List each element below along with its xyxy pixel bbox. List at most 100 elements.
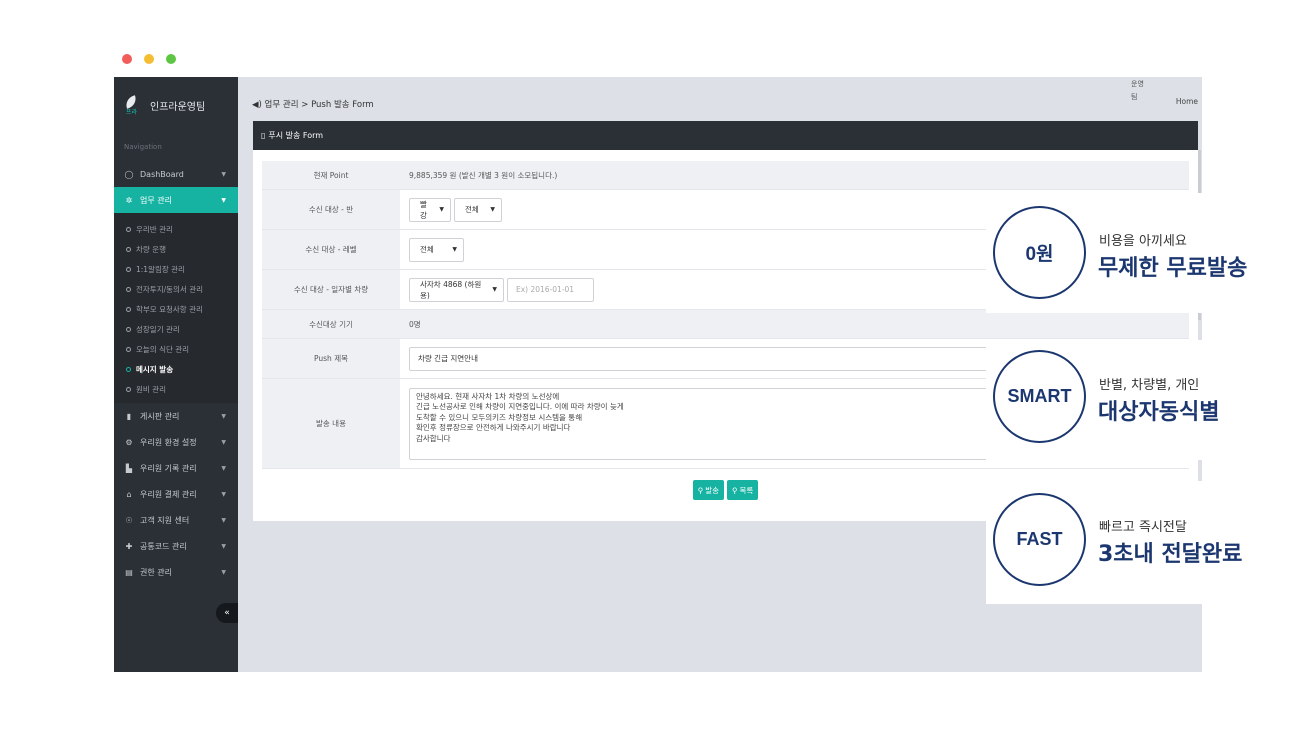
user-icon: ⚲ bbox=[732, 485, 738, 495]
submenu-item[interactable]: 차량 운행 bbox=[114, 239, 238, 259]
sidebar-item-codes[interactable]: ✚ 공통코드 관리 ▼ bbox=[114, 533, 238, 559]
feature-circle: FAST bbox=[993, 493, 1086, 586]
submenu-label: 전자투지/동의서 관리 bbox=[136, 284, 204, 294]
caret-down-icon: ▼ bbox=[221, 170, 226, 178]
submenu-label: 메시지 발송 bbox=[136, 364, 174, 374]
circle-icon bbox=[126, 266, 131, 272]
submenu-item[interactable]: 우리반 관리 bbox=[114, 219, 238, 239]
close-dot[interactable] bbox=[122, 54, 132, 64]
submenu-label: 성장일기 관리 bbox=[136, 324, 180, 334]
brand[interactable]: 프라 인프라운영팀 bbox=[114, 77, 238, 133]
circle-icon bbox=[126, 246, 131, 252]
caret-down-icon: ▼ bbox=[221, 412, 226, 420]
book-icon: ▮ bbox=[126, 411, 132, 421]
sidebar-item-label: DashBoard bbox=[140, 169, 184, 179]
select-value: 전체 bbox=[420, 245, 434, 254]
gear-icon: ✲ bbox=[125, 195, 133, 205]
caret-down-icon: ▼ bbox=[221, 196, 226, 204]
circle-icon bbox=[126, 366, 131, 372]
submenu-label: 우리반 관리 bbox=[136, 224, 173, 234]
submenu: 우리반 관리 차량 운행 1:1알림장 관리 전자투지/동의서 관리 학부모 요… bbox=[114, 213, 238, 403]
form-row-point: 현재 Point 9,885,359 원 (발신 개별 3 원이 소모됩니다.) bbox=[262, 161, 1189, 190]
submenu-item[interactable]: 전자투지/동의서 관리 bbox=[114, 279, 238, 299]
window-controls bbox=[122, 54, 176, 64]
class-select-scope[interactable]: 전체 ▼ bbox=[454, 197, 502, 222]
caret-down-icon: ▼ bbox=[221, 490, 226, 498]
sidebar-item-label: 권한 관리 bbox=[140, 567, 172, 577]
nav-caption: Navigation bbox=[124, 143, 162, 151]
feature-subtitle: 반별, 차량별, 개인 bbox=[1099, 378, 1200, 393]
sidebar-item-records[interactable]: ▙ 우리원 기록 관리 ▼ bbox=[114, 455, 238, 481]
maximize-dot[interactable] bbox=[166, 54, 176, 64]
send-button[interactable]: ⚲ 발송 bbox=[692, 480, 724, 500]
sidebar-item-board[interactable]: ▮ 게시판 관리 ▼ bbox=[114, 403, 238, 429]
level-select[interactable]: 전체 ▼ bbox=[409, 237, 464, 262]
feature-cards: 0원 비용을 아끼세요 무제한 무료발송 SMART 반별, 차량별, 개인 대… bbox=[986, 193, 1247, 604]
select-value: 전체 bbox=[465, 205, 479, 214]
submenu-item[interactable]: 오늘의 식단 관리 bbox=[114, 339, 238, 359]
home-link[interactable]: Home bbox=[1176, 97, 1198, 106]
submenu-label: 1:1알림장 관리 bbox=[136, 264, 185, 274]
sidebar: 프라 인프라운영팀 Navigation ◯ DashBoard ▼ ✲ 업무 … bbox=[114, 77, 238, 672]
minimize-dot[interactable] bbox=[144, 54, 154, 64]
feature-circle: 0원 bbox=[993, 206, 1086, 299]
caret-down-icon: ▼ bbox=[492, 286, 497, 293]
sidebar-item-work[interactable]: ✲ 업무 관리 ▼ bbox=[114, 187, 238, 213]
class-label: 수신 대상 - 반 bbox=[262, 190, 400, 229]
circle-icon bbox=[126, 226, 131, 232]
sidebar-item-payment[interactable]: ⌂ 우리원 결제 관리 ▼ bbox=[114, 481, 238, 507]
cogs-icon: ⚙ bbox=[125, 437, 133, 447]
support-icon: ☉ bbox=[125, 515, 133, 525]
submenu-label: 오늘의 식단 관리 bbox=[136, 344, 190, 354]
feature-card-smart: SMART 반별, 차량별, 개인 대상자동식별 bbox=[986, 340, 1219, 460]
submenu-item[interactable]: 1:1알림장 관리 bbox=[114, 259, 238, 279]
feature-subtitle: 빠르고 즉시전달 bbox=[1099, 520, 1187, 535]
sidebar-item-permissions[interactable]: ▤ 권한 관리 ▼ bbox=[114, 559, 238, 585]
user-menu[interactable]: 운영 팀 bbox=[1131, 78, 1144, 104]
chat-bubble-icon: ◯ bbox=[124, 169, 134, 179]
feature-title: 대상자동식별 bbox=[1098, 400, 1220, 425]
caret-down-icon: ▼ bbox=[221, 542, 226, 550]
breadcrumb: ◀) 업무 관리 > Push 발송 Form bbox=[252, 100, 374, 110]
submenu-item[interactable]: 학부모 요청사항 관리 bbox=[114, 299, 238, 319]
sidebar-item-label: 공통코드 관리 bbox=[140, 541, 187, 551]
submenu-label: 차량 운행 bbox=[136, 244, 166, 254]
level-label: 수신 대상 - 레벨 bbox=[262, 230, 400, 269]
device-label: 수신대상 기기 bbox=[262, 310, 400, 338]
sidebar-item-settings[interactable]: ⚙ 우리원 환경 설정 ▼ bbox=[114, 429, 238, 455]
sidebar-item-label: 우리원 환경 설정 bbox=[140, 437, 197, 447]
submenu-item[interactable]: 원비 관리 bbox=[114, 379, 238, 399]
point-label: 현재 Point bbox=[262, 161, 400, 189]
submenu-item[interactable]: 성장일기 관리 bbox=[114, 319, 238, 339]
panel-title: 푸시 발송 Form bbox=[268, 131, 324, 140]
circle-icon bbox=[126, 346, 131, 352]
circle-icon bbox=[126, 306, 131, 312]
user-name-line2: 팀 bbox=[1131, 93, 1138, 101]
collapse-sidebar-button[interactable]: « bbox=[216, 603, 238, 623]
sidebar-item-dashboard[interactable]: ◯ DashBoard ▼ bbox=[114, 161, 238, 187]
vehicle-select[interactable]: 사자차 4868 (하원용) ▼ bbox=[409, 277, 504, 302]
brand-logo-icon: 프라 bbox=[123, 95, 140, 116]
submenu-item-message-send[interactable]: 메시지 발송 bbox=[114, 359, 238, 379]
circle-icon bbox=[126, 386, 131, 392]
vehicle-label: 수신 대상 - 일자별 차량 bbox=[262, 270, 400, 309]
list-button[interactable]: ⚲ 목록 bbox=[727, 480, 759, 500]
sidebar-item-support[interactable]: ☉ 고객 지원 센터 ▼ bbox=[114, 507, 238, 533]
feature-circle: SMART bbox=[993, 350, 1086, 443]
user-icon: ⚲ bbox=[697, 485, 704, 495]
class-select-color[interactable]: 빨강 ▼ bbox=[409, 197, 451, 222]
sidebar-item-label: 업무 관리 bbox=[140, 195, 172, 205]
feature-subtitle: 비용을 아끼세요 bbox=[1099, 234, 1187, 249]
feature-card-fast: FAST 빠르고 즉시전달 3초내 전달완료 bbox=[986, 481, 1242, 604]
sidebar-item-label: 우리원 결제 관리 bbox=[140, 489, 197, 499]
date-input[interactable]: Ex) 2016-01-01 bbox=[507, 277, 594, 302]
caret-down-icon: ▼ bbox=[490, 206, 495, 213]
bank-icon: ⌂ bbox=[126, 489, 132, 499]
feature-card-free: 0원 비용을 아끼세요 무제한 무료발송 bbox=[986, 193, 1247, 313]
submenu-label: 원비 관리 bbox=[136, 384, 166, 394]
sidebar-item-label: 우리원 기록 관리 bbox=[140, 463, 197, 473]
caret-down-icon: ▼ bbox=[439, 206, 444, 213]
brand-name: 인프라운영팀 bbox=[150, 101, 206, 113]
archive-icon: ▤ bbox=[125, 567, 133, 577]
list-button-label: 목록 bbox=[739, 485, 754, 495]
